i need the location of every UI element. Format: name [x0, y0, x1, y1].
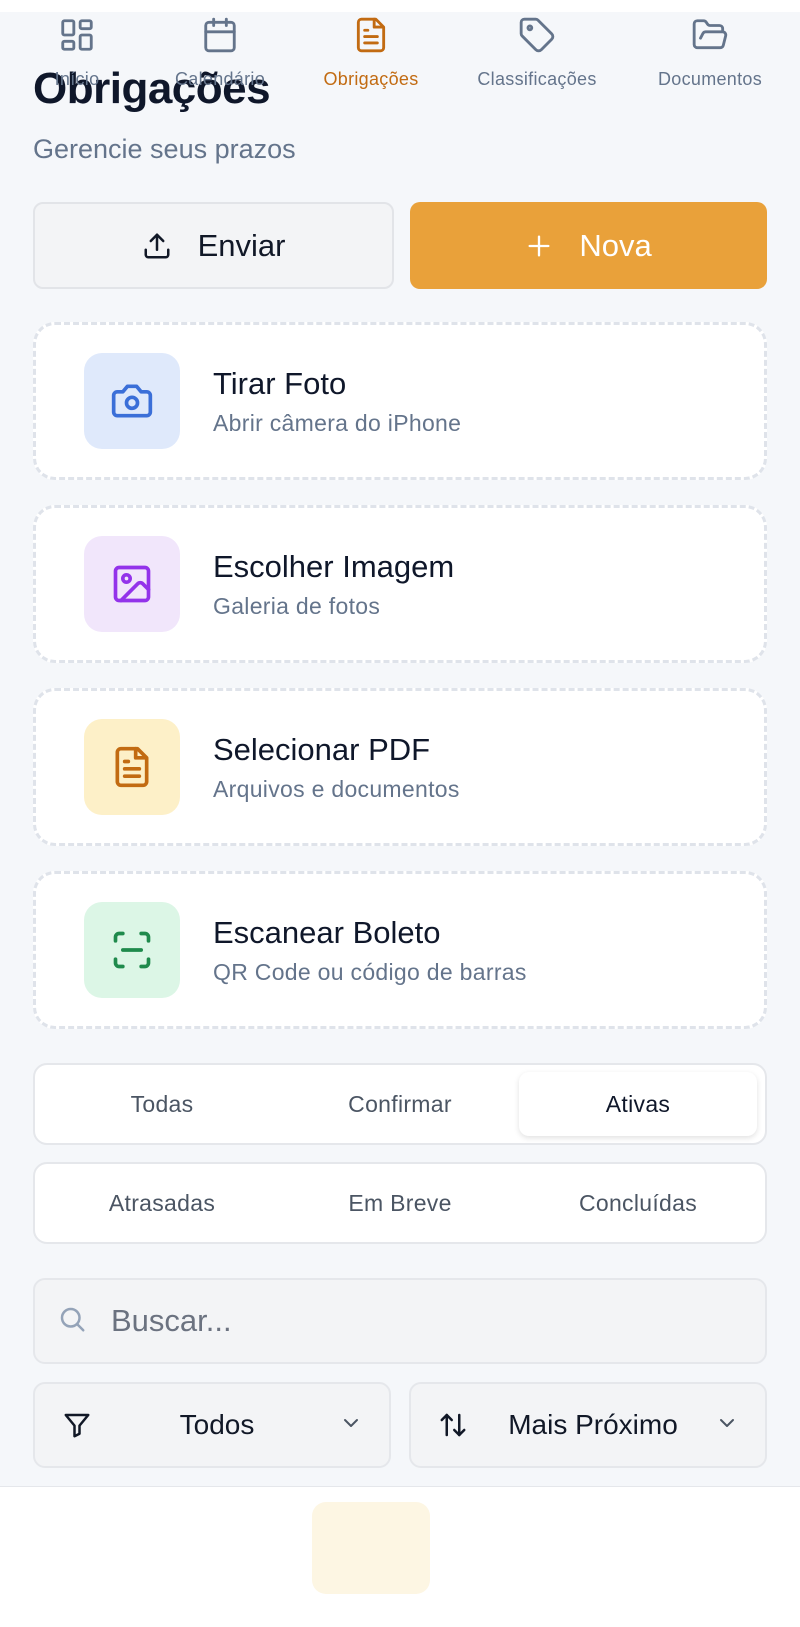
- nav-label: Início: [54, 69, 100, 89]
- nav-item-inicio[interactable]: Início: [38, 16, 116, 90]
- tab-em-breve[interactable]: Em Breve: [281, 1171, 519, 1235]
- nav-label: Documentos: [657, 69, 763, 89]
- search-input[interactable]: Buscar...: [33, 1278, 767, 1364]
- search-placeholder: Buscar...: [111, 1303, 232, 1338]
- option-take-photo[interactable]: Tirar Foto Abrir câmera do iPhone: [33, 322, 767, 480]
- tab-ativas[interactable]: Ativas: [519, 1072, 757, 1136]
- option-scan-boleto[interactable]: Escanear Boleto QR Code ou código de bar…: [33, 871, 767, 1029]
- chevron-down-icon: [715, 1411, 739, 1440]
- tab-atrasadas[interactable]: Atrasadas: [43, 1171, 281, 1235]
- send-button-label: Enviar: [197, 227, 286, 263]
- scan-icon: [84, 902, 180, 998]
- option-subtitle: Galeria de fotos: [213, 592, 381, 619]
- nav-label: Classificações: [477, 69, 597, 89]
- active-tab-highlight: [312, 1502, 430, 1594]
- status-bar-area: [0, 0, 800, 12]
- new-button-label: Nova: [579, 227, 652, 263]
- new-button[interactable]: Nova: [410, 202, 767, 289]
- plus-icon: [525, 232, 553, 260]
- tab-todas[interactable]: Todas: [43, 1072, 281, 1136]
- tab-confirmar[interactable]: Confirmar: [281, 1072, 519, 1136]
- option-title: Escolher Imagem: [213, 548, 455, 584]
- filter-value: Todos: [179, 1409, 255, 1440]
- sort-value: Mais Próximo: [508, 1409, 678, 1440]
- option-subtitle: Arquivos e documentos: [213, 775, 460, 802]
- nav-item-obrigacoes[interactable]: Obrigações: [312, 16, 430, 90]
- option-select-pdf[interactable]: Selecionar PDF Arquivos e documentos: [33, 688, 767, 846]
- nav-item-calendario[interactable]: Calendário: [167, 16, 273, 90]
- option-subtitle: Abrir câmera do iPhone: [213, 409, 462, 436]
- chevron-down-icon: [339, 1411, 363, 1440]
- status-segmented-control: Todas Confirmar Ativas: [33, 1063, 767, 1145]
- option-choose-image[interactable]: Escolher Imagem Galeria de fotos: [33, 505, 767, 663]
- send-button[interactable]: Enviar: [33, 202, 394, 289]
- upload-icon: [142, 231, 172, 261]
- option-title: Escanear Boleto: [213, 914, 441, 950]
- filter-icon: [59, 1410, 95, 1440]
- filter-dropdown[interactable]: Todos: [33, 1382, 391, 1468]
- option-title: Tirar Foto: [213, 365, 347, 401]
- image-icon: [84, 536, 180, 632]
- option-subtitle: QR Code ou código de barras: [213, 958, 527, 985]
- nav-label: Calendário: [174, 69, 266, 89]
- nav-item-classificacoes[interactable]: Classificações: [468, 16, 606, 90]
- option-title: Selecionar PDF: [213, 731, 431, 767]
- camera-icon: [84, 353, 180, 449]
- sort-icon: [435, 1410, 471, 1440]
- tab-concluidas[interactable]: Concluídas: [519, 1171, 757, 1235]
- document-icon: [352, 16, 390, 59]
- page-subtitle: Gerencie seus prazos: [33, 134, 296, 164]
- search-icon: [57, 1304, 87, 1339]
- folder-icon: [691, 16, 729, 59]
- sort-dropdown[interactable]: Mais Próximo: [409, 1382, 767, 1468]
- grid-icon: [58, 16, 96, 59]
- tag-icon: [518, 16, 556, 59]
- document-icon: [84, 719, 180, 815]
- time-segmented-control: Atrasadas Em Breve Concluídas: [33, 1162, 767, 1244]
- nav-item-documentos[interactable]: Documentos: [652, 16, 768, 90]
- nav-label: Obrigações: [323, 69, 419, 89]
- calendar-icon: [201, 16, 239, 59]
